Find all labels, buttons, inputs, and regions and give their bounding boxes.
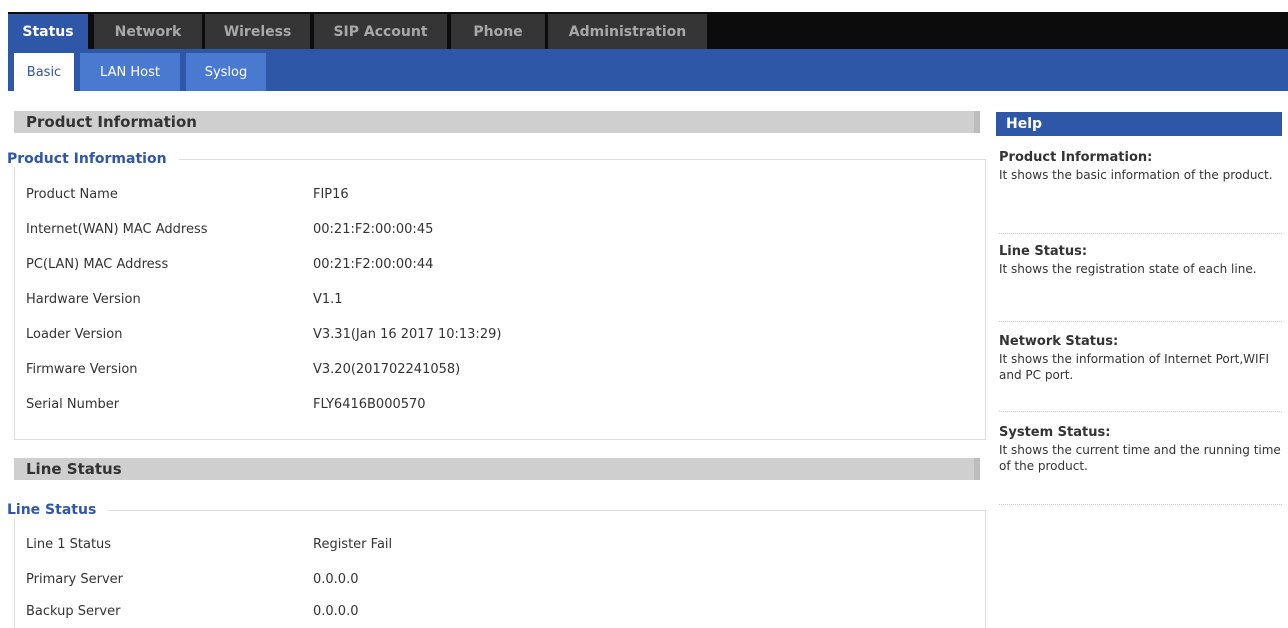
tab-sip-account[interactable]: SIP Account (314, 14, 447, 49)
top-nav: Status Network Wireless SIP Account Phon… (0, 0, 1288, 49)
row-value-serial-number: FLY6416B000570 (313, 397, 426, 412)
help-header: Help (996, 112, 1282, 136)
product-information-header: Product Information (14, 111, 980, 133)
help-text: It shows the current time and the runnin… (999, 443, 1281, 473)
router-status-page: Status Network Wireless SIP Account Phon… (0, 0, 1288, 628)
row-value-lan-mac: 00:21:F2:00:00:44 (313, 257, 434, 272)
row-value-firmware-version: V3.20(201702241058) (313, 362, 461, 377)
row-label-loader-version: Loader Version (26, 327, 123, 342)
row-label-primary-server: Primary Server (26, 572, 123, 587)
help-item-network-status: Network Status: It shows the information… (999, 334, 1282, 412)
row-label-firmware-version: Firmware Version (26, 362, 138, 377)
row-label-wan-mac: Internet(WAN) MAC Address (26, 222, 208, 237)
row-label-backup-server: Backup Server (26, 604, 121, 619)
help-text: It shows the basic information of the pr… (999, 168, 1273, 182)
tab-administration[interactable]: Administration (548, 14, 707, 49)
subtab-basic[interactable]: Basic (14, 53, 74, 91)
tab-network[interactable]: Network (94, 14, 202, 49)
row-value-primary-server: 0.0.0.0 (313, 572, 359, 587)
product-information-group: Product Information (7, 151, 986, 440)
row-value-line-1-status: Register Fail (313, 537, 393, 552)
tab-status[interactable]: Status (8, 14, 88, 49)
line-status-group: Line Status (7, 502, 986, 628)
help-title: Network Status: (999, 334, 1119, 349)
help-text: It shows the information of Internet Por… (999, 352, 1270, 382)
help-item-product-information: Product Information: It shows the basic … (999, 150, 1282, 234)
row-label-hardware-version: Hardware Version (26, 292, 141, 307)
row-value-backup-server: 0.0.0.0 (313, 604, 359, 619)
row-label-line-1-status: Line 1 Status (26, 537, 112, 552)
help-title: Product Information: (999, 150, 1153, 165)
row-value-wan-mac: 00:21:F2:00:00:45 (313, 222, 434, 237)
help-title: Line Status: (999, 244, 1088, 259)
help-text: It shows the registration state of each … (999, 262, 1257, 276)
row-value-hardware-version: V1.1 (313, 292, 343, 307)
tab-wireless[interactable]: Wireless (205, 14, 310, 49)
subtab-lan-host[interactable]: LAN Host (80, 53, 180, 91)
product-information-legend: Product Information (7, 151, 179, 167)
subtab-syslog[interactable]: Syslog (186, 53, 266, 91)
help-item-line-status: Line Status: It shows the registration s… (999, 244, 1282, 322)
row-label-lan-mac: PC(LAN) MAC Address (26, 257, 169, 272)
line-status-header: Line Status (14, 458, 980, 480)
row-value-product-name: FIP16 (313, 187, 349, 202)
row-value-loader-version: V3.31(Jan 16 2017 10:13:29) (313, 327, 502, 342)
help-item-system-status: System Status: It shows the current time… (999, 425, 1282, 505)
help-title: System Status: (999, 425, 1111, 440)
row-label-product-name: Product Name (26, 187, 118, 202)
row-label-serial-number: Serial Number (26, 397, 120, 412)
line-status-legend: Line Status (7, 502, 109, 518)
tab-phone[interactable]: Phone (451, 14, 545, 49)
